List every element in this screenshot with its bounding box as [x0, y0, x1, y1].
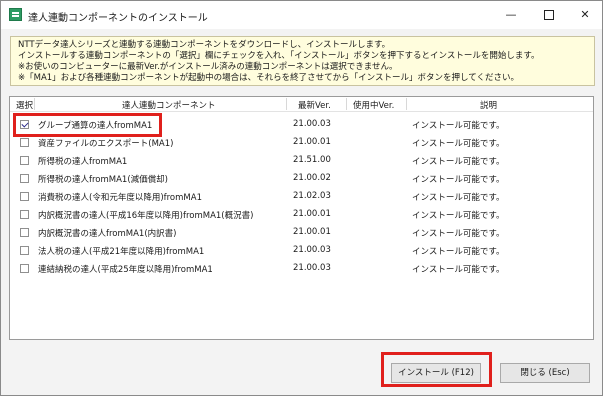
- info-line: インストールする連動コンポーネントの「選択」欄にチェックを入れ、「インストール」…: [18, 51, 540, 61]
- select-checkbox[interactable]: [20, 138, 29, 147]
- status-description: インストール可能です。: [412, 247, 505, 257]
- latest-version: 21.02.03: [293, 191, 331, 201]
- table-row[interactable]: 内訳概況書の達人fromMA1(内訳書) 21.00.01 インストール可能です…: [10, 224, 593, 242]
- table-row[interactable]: 法人税の達人(平成21年度以降用)fromMA1 21.00.03 インストール…: [10, 242, 593, 260]
- info-panel: NTTデータ達人シリーズと連動する連動コンポーネントをダウンロードし、インストー…: [10, 36, 595, 86]
- component-name: 連結納税の達人(平成25年度以降用)fromMA1: [38, 265, 213, 275]
- info-line: ※「MA1」および各種連動コンポーネントが起動中の場合は、それらを終了させてから…: [18, 73, 520, 83]
- status-description: インストール可能です。: [412, 157, 505, 167]
- select-checkbox[interactable]: [20, 174, 29, 183]
- component-name: 所得税の達人fromMA1(減価償却): [38, 175, 168, 185]
- status-description: インストール可能です。: [412, 193, 505, 203]
- component-name: 内訳概況書の達人(平成16年度以降用)fromMA1(概況書): [38, 211, 254, 221]
- header-latest-version[interactable]: 最新Ver.: [298, 99, 331, 111]
- status-description: インストール可能です。: [412, 121, 505, 131]
- header-in-use-version[interactable]: 使用中Ver.: [353, 99, 394, 111]
- component-name: 法人税の達人(平成21年度以降用)fromMA1: [38, 247, 205, 257]
- component-name: 消費税の達人(令和元年度以降用)fromMA1: [38, 193, 202, 203]
- status-description: インストール可能です。: [412, 139, 505, 149]
- highlight-box-first-row: [13, 113, 162, 137]
- latest-version: 21.51.00: [293, 155, 331, 165]
- latest-version: 21.00.01: [293, 209, 331, 219]
- status-description: インストール可能です。: [412, 211, 505, 221]
- latest-version: 21.00.03: [293, 245, 331, 255]
- select-checkbox[interactable]: [20, 210, 29, 219]
- select-checkbox[interactable]: [20, 192, 29, 201]
- header-description[interactable]: 説明: [480, 99, 497, 111]
- table-row[interactable]: 消費税の達人(令和元年度以降用)fromMA1 21.02.03 インストール可…: [10, 188, 593, 206]
- info-line: ※お使いのコンピューターに最新Ver.がインストール済みの連動コンポーネントは選…: [18, 62, 398, 72]
- list-header: 選択 達人連動コンポーネント 最新Ver. 使用中Ver. 説明: [10, 97, 593, 112]
- select-checkbox[interactable]: [20, 264, 29, 273]
- table-row[interactable]: 連結納税の達人(平成25年度以降用)fromMA1 21.00.03 インストー…: [10, 260, 593, 278]
- table-row[interactable]: 所得税の達人fromMA1 21.51.00 インストール可能です。: [10, 152, 593, 170]
- minimize-icon: —: [505, 8, 517, 21]
- close-window-button[interactable]: ✕: [566, 1, 604, 29]
- app-icon: [9, 8, 22, 21]
- window-title: 達人連動コンポーネントのインストール: [28, 13, 208, 24]
- table-row[interactable]: 内訳概況書の達人(平成16年度以降用)fromMA1(概況書) 21.00.01…: [10, 206, 593, 224]
- info-line: NTTデータ達人シリーズと連動する連動コンポーネントをダウンロードし、インストー…: [18, 40, 391, 50]
- minimize-button[interactable]: —: [492, 1, 530, 29]
- component-name: 資産ファイルのエクスポート(MA1): [38, 139, 174, 149]
- status-description: インストール可能です。: [412, 175, 505, 185]
- latest-version: 21.00.01: [293, 227, 331, 237]
- header-component[interactable]: 達人連動コンポーネント: [122, 99, 216, 111]
- select-checkbox[interactable]: [20, 246, 29, 255]
- header-select[interactable]: 選択: [16, 99, 33, 111]
- title-bar[interactable]: 達人連動コンポーネントのインストール — ✕: [1, 1, 602, 29]
- highlight-box-install-button: [381, 352, 492, 387]
- latest-version: 21.00.01: [293, 137, 331, 147]
- maximize-button[interactable]: [530, 1, 568, 29]
- component-name: 内訳概況書の達人fromMA1(内訳書): [38, 229, 177, 239]
- status-description: インストール可能です。: [412, 265, 505, 275]
- close-icon: ✕: [580, 8, 590, 21]
- close-button[interactable]: 閉じる (Esc): [500, 363, 590, 383]
- select-checkbox[interactable]: [20, 228, 29, 237]
- latest-version: 21.00.02: [293, 173, 331, 183]
- select-checkbox[interactable]: [20, 156, 29, 165]
- component-name: 所得税の達人fromMA1: [38, 157, 128, 167]
- table-row[interactable]: 所得税の達人fromMA1(減価償却) 21.00.02 インストール可能です。: [10, 170, 593, 188]
- latest-version: 21.00.03: [293, 263, 331, 273]
- latest-version: 21.00.03: [293, 119, 331, 129]
- maximize-icon: [544, 10, 554, 20]
- status-description: インストール可能です。: [412, 229, 505, 239]
